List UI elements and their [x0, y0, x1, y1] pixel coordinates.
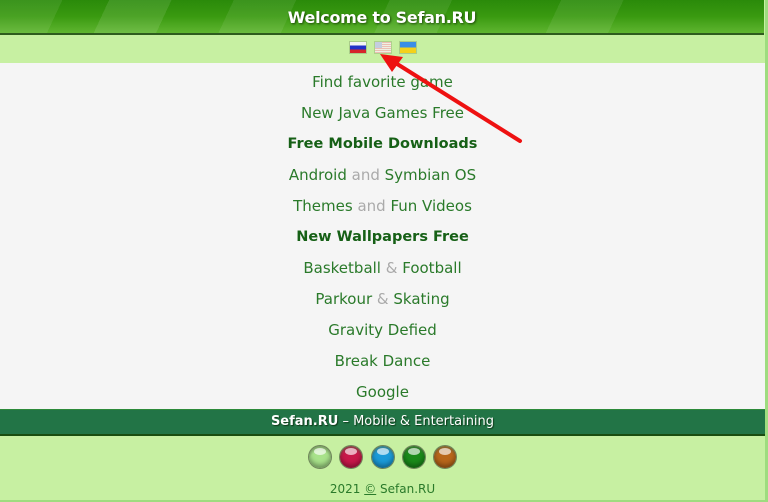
theme-ball-cyan-icon[interactable] [371, 446, 394, 468]
theme-switcher [0, 446, 765, 472]
theme-ball-light-green-icon[interactable] [309, 446, 332, 468]
fun-videos-link[interactable]: Fun Videos [390, 197, 471, 215]
footer-bar: Sefan.RU – Mobile & Entertaining [0, 409, 765, 436]
menu-item: Find favorite game [0, 67, 765, 98]
break-dance-link[interactable]: Break Dance [335, 352, 431, 370]
flag-ukraine-icon[interactable] [399, 42, 416, 53]
language-bar [0, 35, 765, 63]
flag-usa-icon[interactable] [374, 42, 391, 53]
footer-tagline: – Mobile & Entertaining [338, 414, 495, 429]
separator-text: and [357, 197, 386, 215]
menu-item: Themes and Fun Videos [0, 191, 765, 222]
site-title: Welcome to Sefan.RU [287, 8, 477, 27]
flag-russia-icon[interactable] [349, 42, 366, 53]
copyright-year: 2021 [329, 482, 361, 496]
find-favorite-game-link[interactable]: Find favorite game [312, 73, 453, 91]
menu-item: Android and Symbian OS [0, 160, 765, 191]
theme-ball-pink-icon[interactable] [340, 446, 363, 468]
menu-item: Gravity Defied [0, 315, 765, 346]
google-link[interactable]: Google [356, 383, 409, 401]
gravity-defied-link[interactable]: Gravity Defied [328, 321, 437, 339]
menu-item: New Wallpapers Free [0, 222, 765, 253]
theme-ball-orange-icon[interactable] [433, 446, 456, 468]
separator-text: & [385, 259, 398, 277]
separator-text: & [376, 290, 389, 308]
copyright-site: Sefan.RU [380, 482, 436, 496]
site-header: Welcome to Sefan.RU [0, 0, 764, 35]
theme-ball-green-icon[interactable] [402, 446, 425, 468]
menu-item: Parkour & Skating [0, 284, 765, 315]
separator-text: and [351, 166, 380, 184]
android-link[interactable]: Android [289, 166, 347, 184]
symbian-link[interactable]: Symbian OS [385, 166, 477, 184]
free-mobile-downloads-link[interactable]: Free Mobile Downloads [288, 136, 478, 152]
copyright-link[interactable]: © [364, 482, 376, 496]
menu-item: Google [0, 377, 765, 408]
footer-brand: Sefan.RU [270, 414, 339, 429]
themes-link[interactable]: Themes [293, 197, 353, 215]
basketball-link[interactable]: Basketball [303, 259, 381, 277]
menu-item: Free Mobile Downloads [0, 129, 765, 160]
football-link[interactable]: Football [402, 259, 461, 277]
new-wallpapers-link[interactable]: New Wallpapers Free [296, 229, 469, 245]
menu-item: Basketball & Football [0, 253, 765, 284]
menu-item: Break Dance [0, 346, 765, 377]
main-menu-area: Find favorite game New Java Games Free F… [0, 63, 765, 409]
main-menu: Find favorite game New Java Games Free F… [0, 67, 765, 408]
copyright: 2021 © Sefan.RU [0, 482, 765, 496]
skating-link[interactable]: Skating [393, 290, 449, 308]
menu-item: New Java Games Free [0, 98, 765, 129]
parkour-link[interactable]: Parkour [315, 290, 372, 308]
new-java-games-link[interactable]: New Java Games Free [301, 104, 464, 122]
